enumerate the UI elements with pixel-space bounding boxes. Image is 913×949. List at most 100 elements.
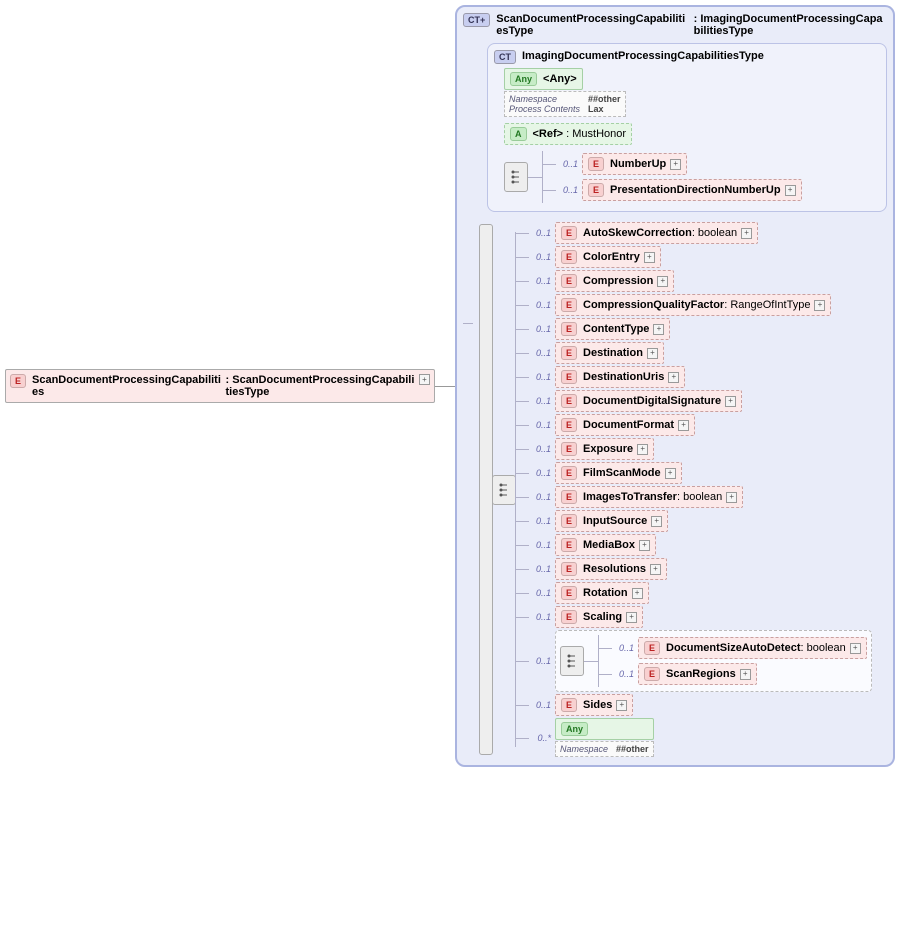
prop-val: Lax	[588, 104, 621, 114]
element-row[interactable]: 0..1 E ContentType +	[529, 318, 872, 340]
element-row[interactable]: 0..1 E Exposure +	[529, 438, 872, 460]
element-type: : RangeOfIntType	[724, 299, 810, 311]
nested-sequence: 0..1 E DocumentSizeAutoDetect : boolean …	[555, 630, 872, 692]
attr-badge: A	[510, 127, 527, 141]
element-row[interactable]: 0..1 E FilmScanMode +	[529, 462, 872, 484]
complex-type-outer: CT+ ScanDocumentProcessingCapabilitiesTy…	[455, 5, 895, 767]
expand-icon[interactable]: +	[616, 700, 627, 711]
prop-key: Namespace	[509, 94, 588, 104]
element-name: DocumentSizeAutoDetect	[666, 642, 800, 654]
element-row[interactable]: 0..1 E PresentationDirectionNumberUp +	[556, 179, 802, 201]
element-row[interactable]: 0..1 E Scaling +	[529, 606, 872, 628]
element-name: DestinationUris	[583, 371, 664, 383]
any-badge: Any	[561, 722, 588, 736]
expand-icon[interactable]: +	[651, 516, 662, 527]
element-box: E CompressionQualityFactor : RangeOfIntT…	[555, 294, 831, 316]
element-name: Resolutions	[583, 563, 646, 575]
occurs-label: 0..1	[529, 700, 551, 710]
element-row[interactable]: 0..1 E ScanRegions +	[612, 663, 867, 685]
element-row[interactable]: 0..1 E Destination +	[529, 342, 872, 364]
occurs-label: 0..1	[529, 516, 551, 526]
element-box: E ScanRegions +	[638, 663, 757, 685]
expand-icon[interactable]: +	[632, 588, 643, 599]
expand-icon[interactable]: +	[785, 185, 796, 196]
element-box: E AutoSkewCorrection : boolean +	[555, 222, 758, 244]
element-badge: E	[561, 298, 577, 312]
expand-icon[interactable]: +	[668, 372, 679, 383]
any-row[interactable]: 0..*AnyNamespace##other	[529, 718, 872, 757]
element-row[interactable]: 0..1 E ImagesToTransfer : boolean +	[529, 486, 872, 508]
expand-icon[interactable]: +	[670, 159, 681, 170]
expand-icon[interactable]: +	[725, 396, 736, 407]
element-row[interactable]: 0..1 E Compression +	[529, 270, 872, 292]
expand-icon[interactable]: +	[678, 420, 689, 431]
element-badge: E	[644, 667, 660, 681]
ref-type: : MustHonor	[566, 128, 626, 140]
element-badge: E	[561, 250, 577, 264]
expand-icon[interactable]: +	[419, 374, 430, 385]
expand-icon[interactable]: +	[644, 252, 655, 263]
choice-group-row[interactable]: 0..1 0..1 E DocumentSizeAutoDetect : boo…	[529, 630, 872, 692]
element-row[interactable]: 0..1 E InputSource +	[529, 510, 872, 532]
element-row[interactable]: 0..1 E NumberUp +	[556, 153, 802, 175]
occurs-label: 0..1	[529, 372, 551, 382]
element-row[interactable]: 0..1 E CompressionQualityFactor : RangeO…	[529, 294, 872, 316]
any-particle[interactable]: Any <Any> Namespace##other Process Conte…	[504, 68, 880, 117]
element-row[interactable]: 0..1 E DocumentFormat +	[529, 414, 872, 436]
ct-title: ScanDocumentProcessingCapabilitiesType :…	[496, 13, 887, 37]
occurs-label: 0..1	[529, 348, 551, 358]
element-box: E DestinationUris +	[555, 366, 685, 388]
element-row[interactable]: 0..1 E Sides +	[529, 694, 872, 716]
inherited-sequence: 0..1 E NumberUp + 0..1 E PresentationDir…	[504, 151, 880, 203]
element-row[interactable]: 0..1 E Rotation +	[529, 582, 872, 604]
expand-icon[interactable]: +	[653, 324, 664, 335]
element-row[interactable]: 0..1 E DestinationUris +	[529, 366, 872, 388]
element-box: E Destination +	[555, 342, 664, 364]
occurs-label: 0..1	[529, 612, 551, 622]
element-row[interactable]: 0..1 E MediaBox +	[529, 534, 872, 556]
element-badge: E	[561, 226, 577, 240]
expand-icon[interactable]: +	[741, 228, 752, 239]
sequence-icon	[504, 162, 528, 192]
element-row[interactable]: 0..1 E DocumentDigitalSignature +	[529, 390, 872, 412]
element-type: : boolean	[692, 227, 737, 239]
prop-key: Process Contents	[509, 104, 588, 114]
expand-icon[interactable]: +	[814, 300, 825, 311]
expand-icon[interactable]: +	[637, 444, 648, 455]
expand-icon[interactable]: +	[647, 348, 658, 359]
root-type: : ScanDocumentProcessingCapabilitiesType	[222, 374, 416, 398]
occurs-label: 0..1	[529, 540, 551, 550]
element-box: E Sides +	[555, 694, 633, 716]
ref-box: A <Ref> : MustHonor	[504, 123, 632, 145]
element-row[interactable]: 0..1 E ColorEntry +	[529, 246, 872, 268]
expand-icon[interactable]: +	[626, 612, 637, 623]
expand-icon[interactable]: +	[657, 276, 668, 287]
element-name: CompressionQualityFactor	[583, 299, 724, 311]
element-badge: E	[588, 183, 604, 197]
expand-icon[interactable]: +	[650, 564, 661, 575]
element-row[interactable]: 0..1 E Resolutions +	[529, 558, 872, 580]
connector	[435, 386, 455, 387]
element-row[interactable]: 0..1 E AutoSkewCorrection : boolean +	[529, 222, 872, 244]
occurs-label: 0..1	[529, 300, 551, 310]
expand-icon[interactable]: +	[639, 540, 650, 551]
element-name: NumberUp	[610, 158, 666, 170]
element-box: E ContentType +	[555, 318, 670, 340]
element-name: Compression	[583, 275, 653, 287]
root-element[interactable]: E ScanDocumentProcessingCapabilities : S…	[5, 369, 435, 403]
ref-attribute[interactable]: A <Ref> : MustHonor	[504, 123, 880, 145]
element-badge: E	[561, 370, 577, 384]
inner-ct-header[interactable]: CT ImagingDocumentProcessingCapabilities…	[494, 50, 880, 64]
any-badge: Any	[510, 72, 537, 86]
element-badge: E	[561, 442, 577, 456]
element-row[interactable]: 0..1 E DocumentSizeAutoDetect : boolean …	[612, 637, 867, 659]
expand-icon[interactable]: +	[726, 492, 737, 503]
ct-badge: CT+	[463, 13, 490, 27]
element-name: PresentationDirectionNumberUp	[610, 184, 781, 196]
ct-header[interactable]: CT+ ScanDocumentProcessingCapabilitiesTy…	[463, 13, 887, 37]
expand-icon[interactable]: +	[665, 468, 676, 479]
occurs-label: 0..1	[556, 185, 578, 195]
ct-base-value: ImagingDocumentProcessingCapabilitiesTyp…	[694, 13, 883, 37]
expand-icon[interactable]: +	[850, 643, 861, 654]
expand-icon[interactable]: +	[740, 669, 751, 680]
